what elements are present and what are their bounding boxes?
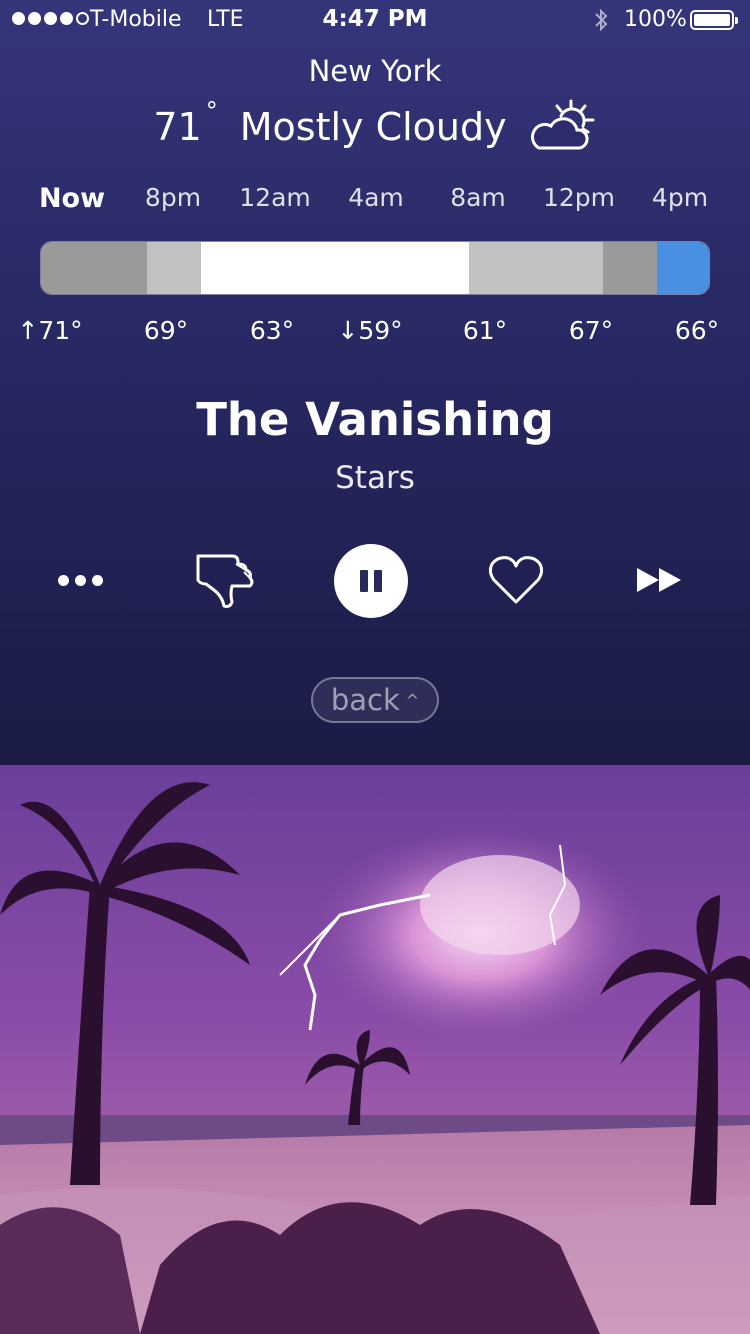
bar-segment <box>147 242 201 294</box>
hour-label[interactable]: 4pm <box>652 183 708 212</box>
battery-percent: 100% <box>624 7 687 32</box>
hour-temperature: 63° <box>249 316 295 345</box>
hour-label[interactable]: 8am <box>450 183 506 212</box>
back-label: back <box>330 683 400 717</box>
hour-temperature: 67° <box>568 316 614 345</box>
heart-icon <box>488 556 544 604</box>
current-temperature: 71 ° <box>153 97 218 149</box>
weather-panel: T-Mobile LTE 4:47 PM 100% New York 71 ° M… <box>0 0 750 765</box>
bar-segment <box>603 242 657 294</box>
hour-label[interactable]: Now <box>39 183 105 214</box>
hour-temperature: 66° <box>674 316 720 345</box>
hour-temperature: 69° <box>143 316 189 345</box>
thumbs-down-icon <box>196 554 254 608</box>
hour-temperature: 61° <box>462 316 508 345</box>
pause-button[interactable] <box>334 544 408 618</box>
condition-text: Mostly Cloudy <box>239 105 507 149</box>
hour-label[interactable]: 12pm <box>543 183 615 212</box>
player-controls <box>0 540 750 620</box>
chevron-up-icon: ^ <box>405 690 420 710</box>
hour-label[interactable]: 12am <box>239 183 310 212</box>
hourly-cloud-cover-bar[interactable] <box>40 241 710 295</box>
bar-segment <box>657 242 709 294</box>
hour-temperature: ↑71° <box>17 316 83 345</box>
more-options-button[interactable] <box>50 560 110 600</box>
status-bar: T-Mobile LTE 4:47 PM 100% <box>0 0 750 40</box>
fast-forward-icon <box>637 568 681 592</box>
hourly-times: Now 8pm 12am 4am 8am 12pm 4pm <box>0 183 750 219</box>
station-artwork <box>0 765 750 1334</box>
hourly-temperatures: ↑71° 69° 63° ↓59° 61° 67° 66° <box>0 316 750 352</box>
bar-segment <box>41 242 147 294</box>
hour-label[interactable]: 8pm <box>145 183 201 212</box>
back-button[interactable]: back ^ <box>311 677 439 723</box>
bar-segment <box>201 242 469 294</box>
partly-cloudy-icon <box>530 99 595 150</box>
bluetooth-icon <box>595 8 608 32</box>
battery-icon <box>690 10 738 30</box>
bar-segment <box>469 242 603 294</box>
more-dots-icon <box>57 574 69 586</box>
track-title: The Vanishing <box>196 393 554 446</box>
hour-temperature: ↓59° <box>337 316 403 345</box>
like-button[interactable] <box>484 550 548 610</box>
skip-button[interactable] <box>630 560 690 600</box>
thumbs-down-button[interactable] <box>190 548 260 612</box>
pause-icon <box>360 570 368 592</box>
stormy-beach-image <box>0 765 750 1334</box>
artist-name: Stars <box>335 460 415 496</box>
current-conditions: 71 ° Mostly Cloudy <box>0 97 750 156</box>
hour-label[interactable]: 4am <box>348 183 404 212</box>
city-name: New York <box>308 54 442 88</box>
